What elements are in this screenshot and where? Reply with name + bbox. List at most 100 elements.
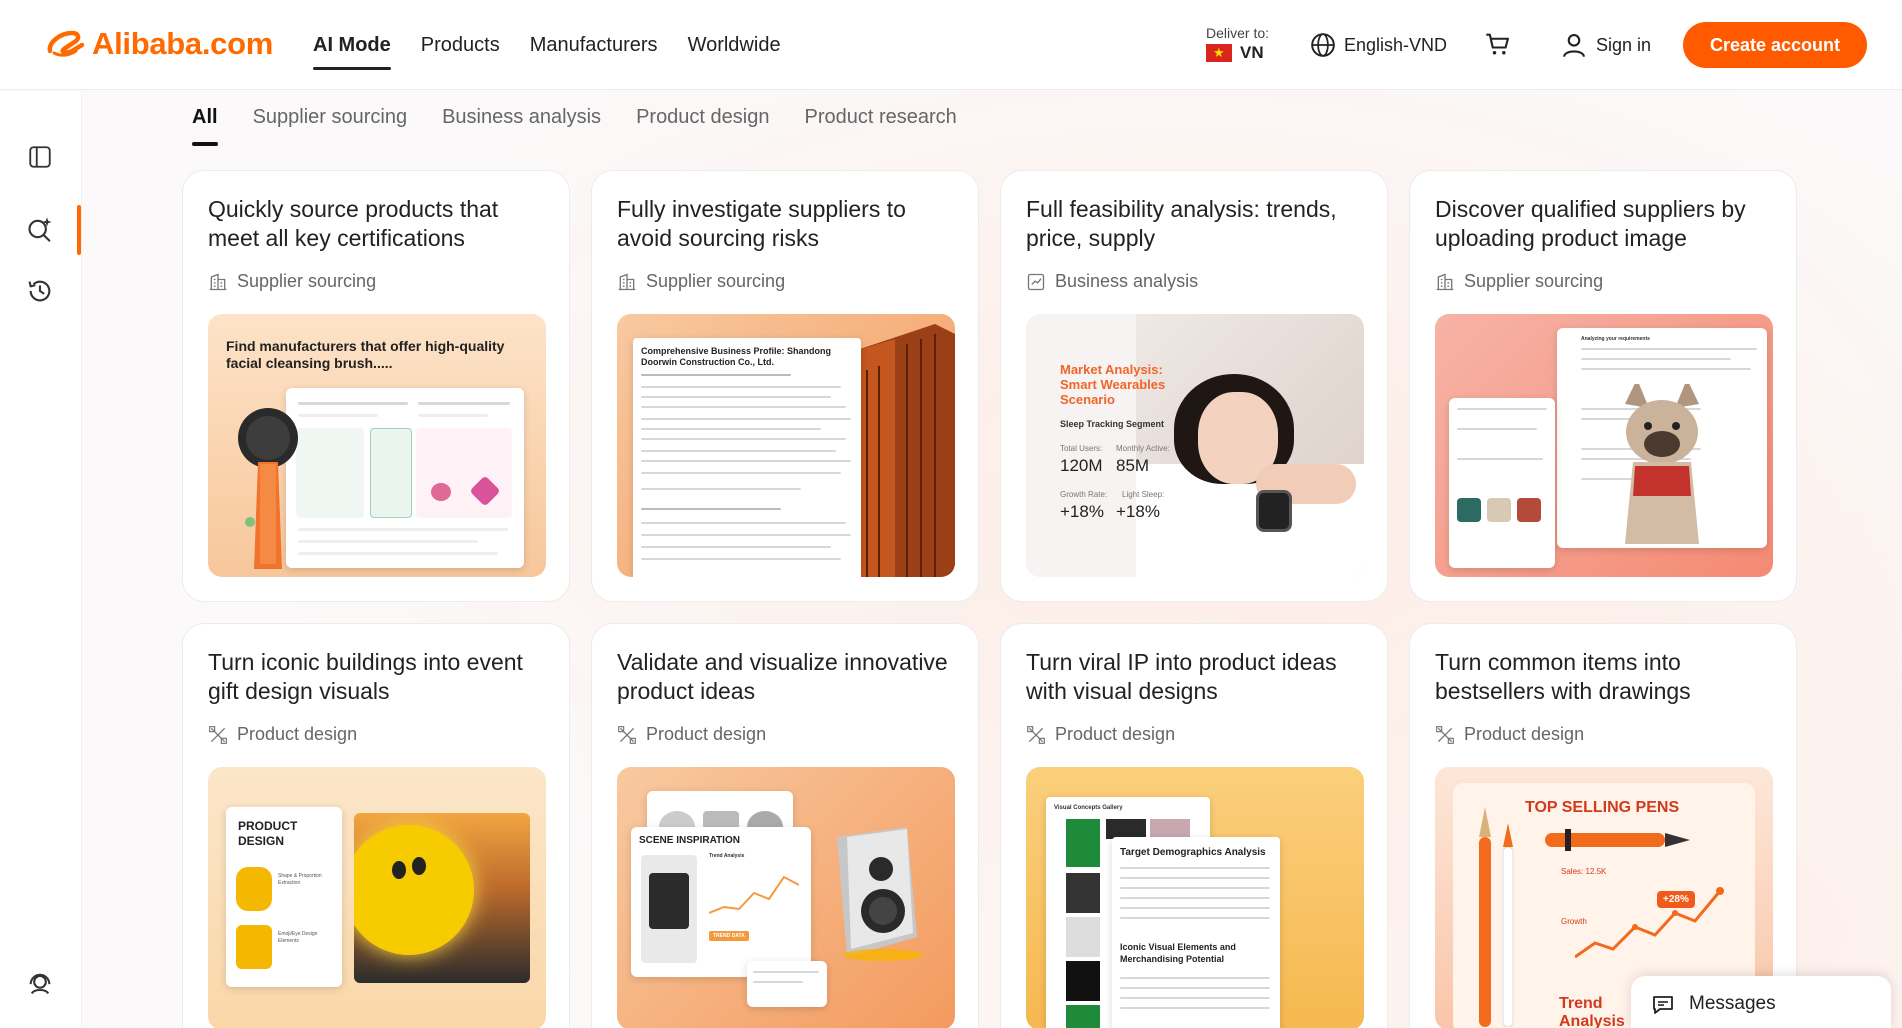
card-category: Business analysis bbox=[1026, 271, 1198, 292]
preview-sub4: Trend Analysis bbox=[1559, 995, 1625, 1028]
stat-value: 85M bbox=[1116, 456, 1150, 475]
history-button[interactable] bbox=[24, 275, 56, 307]
stat-label: Growth Rate: bbox=[1060, 490, 1108, 499]
design-tools-icon bbox=[618, 725, 636, 744]
cart-icon bbox=[1486, 33, 1509, 55]
stat-value: +18% bbox=[1060, 502, 1104, 521]
demographics-panel: Target Demographics Analysis Iconic Visu… bbox=[1112, 837, 1280, 1028]
analysis-chart-icon bbox=[1027, 273, 1045, 290]
product-design-panel: PRODUCT DESIGN Shape & Proportion Extrac… bbox=[226, 807, 342, 987]
stat-value: +18% bbox=[1116, 502, 1160, 521]
stat-label: Monthly Active: bbox=[1116, 444, 1170, 453]
preview-headline: Market Analysis: Smart Wearables Scenari… bbox=[1060, 362, 1166, 407]
business-profile-doc: Comprehensive Business Profile: Shandong… bbox=[633, 338, 861, 577]
prompt-card[interactable]: Turn iconic buildings into event gift de… bbox=[182, 623, 570, 1028]
alibaba-logo[interactable]: Alibaba.com bbox=[46, 26, 273, 62]
card-category-label: Product design bbox=[1464, 724, 1585, 744]
card-title: Turn iconic buildings into event gift de… bbox=[208, 649, 523, 704]
trend-line-chart bbox=[709, 875, 799, 914]
card-category-label: Supplier sourcing bbox=[1464, 271, 1604, 291]
nav-products[interactable]: Products bbox=[421, 0, 500, 90]
user-icon bbox=[1563, 34, 1585, 58]
sphere-building-photo bbox=[354, 813, 530, 983]
design-tools-icon bbox=[1027, 725, 1045, 744]
stat-label: Light Sleep: bbox=[1122, 490, 1165, 499]
language-selector[interactable]: English-VND bbox=[1310, 32, 1447, 58]
card-category: Product design bbox=[1026, 724, 1175, 745]
cart-button[interactable] bbox=[1484, 30, 1512, 63]
prompt-card[interactable]: Validate and visualize innovative produc… bbox=[591, 623, 979, 1028]
sign-in-label: Sign in bbox=[1596, 34, 1652, 55]
new-search-button[interactable] bbox=[24, 213, 56, 245]
chat-icon bbox=[1653, 996, 1673, 1014]
card-preview-image: SCENE INSPIRATION Trend Analysis TREND D… bbox=[617, 767, 955, 1028]
nav-ai-mode[interactable]: AI Mode bbox=[313, 0, 391, 90]
create-account-button[interactable]: Create account bbox=[1683, 22, 1867, 68]
panel-heading: Analyzing your requirements bbox=[1581, 336, 1650, 342]
preview-sub1: Sales: 12.5K bbox=[1561, 867, 1607, 876]
prompt-card[interactable]: Discover qualified suppliers by uploadin… bbox=[1409, 170, 1797, 602]
tab-product-design[interactable]: Product design bbox=[636, 91, 769, 149]
card-category-label: Product design bbox=[1055, 724, 1176, 744]
language-label: English-VND bbox=[1344, 34, 1448, 55]
left-sidebar bbox=[0, 91, 82, 1028]
preview-sub2: Visual Concepts Gallery bbox=[1054, 805, 1123, 811]
nav-worldwide[interactable]: Worldwide bbox=[688, 0, 781, 90]
support-button[interactable] bbox=[24, 967, 56, 999]
globe-icon bbox=[1311, 33, 1335, 57]
deliver-label: Deliver to: bbox=[1206, 25, 1270, 41]
preview-headline: PRODUCT DESIGN bbox=[238, 819, 298, 848]
card-preview-image: Market Analysis: Smart Wearables Scenari… bbox=[1026, 314, 1364, 577]
sparkle-search-icon bbox=[28, 217, 52, 242]
scene-inspiration-panel: SCENE INSPIRATION Trend Analysis TREND D… bbox=[631, 827, 811, 977]
deliver-country-code: VN bbox=[1240, 43, 1264, 62]
card-category-label: Product design bbox=[646, 724, 767, 744]
supplier-mini-card bbox=[747, 961, 827, 1007]
prompt-card[interactable]: Turn common items into bestsellers with … bbox=[1409, 623, 1797, 1028]
card-title: Validate and visualize innovative produc… bbox=[617, 649, 948, 704]
preview-headline: SCENE INSPIRATION bbox=[639, 835, 740, 846]
card-category-label: Product design bbox=[237, 724, 358, 744]
prompt-card[interactable]: Fully investigate suppliers to avoid sou… bbox=[591, 170, 979, 602]
results-panel bbox=[286, 388, 524, 568]
alibaba-logo-icon bbox=[47, 30, 85, 57]
design-tools-icon bbox=[209, 725, 227, 744]
tab-supplier-sourcing[interactable]: Supplier sourcing bbox=[253, 91, 408, 149]
deliver-country: VN bbox=[1206, 44, 1269, 62]
card-title: Fully investigate suppliers to avoid sou… bbox=[617, 196, 906, 251]
sign-in-link[interactable]: Sign in bbox=[1560, 31, 1651, 59]
card-category: Product design bbox=[1435, 724, 1584, 745]
building-icon bbox=[209, 273, 227, 290]
support-icon bbox=[29, 973, 51, 995]
card-title: Discover qualified suppliers by uploadin… bbox=[1435, 196, 1746, 251]
card-title: Turn viral IP into product ideas with vi… bbox=[1026, 649, 1337, 704]
messages-button[interactable]: Messages bbox=[1631, 976, 1891, 1028]
nav-manufacturers[interactable]: Manufacturers bbox=[530, 0, 658, 90]
french-bulldog-image bbox=[1625, 384, 1699, 544]
supplier-panel bbox=[1449, 398, 1555, 568]
prompt-card[interactable]: Quickly source products that meet all ke… bbox=[182, 170, 570, 602]
deliver-to[interactable]: Deliver to: VN bbox=[1206, 24, 1269, 62]
building-icon bbox=[618, 273, 636, 290]
card-preview-image: Visual Concepts Gallery Target Demograph… bbox=[1026, 767, 1364, 1028]
design-tools-icon bbox=[1436, 725, 1454, 744]
tab-product-research[interactable]: Product research bbox=[804, 91, 956, 149]
preview-sub1: Shape & Proportion Extraction bbox=[278, 873, 322, 886]
history-icon bbox=[28, 280, 51, 302]
toggle-sidebar-button[interactable] bbox=[24, 141, 56, 173]
card-category: Supplier sourcing bbox=[208, 271, 376, 292]
messages-label: Messages bbox=[1689, 993, 1776, 1014]
preview-sub1: Trend Analysis bbox=[709, 853, 745, 859]
tab-all[interactable]: All bbox=[192, 91, 218, 149]
card-preview-image: Find manufacturers that offer high-quali… bbox=[208, 314, 546, 577]
card-title: Full feasibility analysis: trends, price… bbox=[1026, 196, 1337, 251]
top-header: Alibaba.com AI Mode Products Manufacture… bbox=[0, 0, 1902, 90]
stat-label: Total Users: bbox=[1060, 444, 1103, 453]
prompt-card[interactable]: Full feasibility analysis: trends, price… bbox=[1000, 170, 1388, 602]
cleansing-brush-image bbox=[238, 408, 298, 569]
card-preview-image: PRODUCT DESIGN Shape & Proportion Extrac… bbox=[208, 767, 546, 1028]
prompt-card[interactable]: Turn viral IP into product ideas with vi… bbox=[1000, 623, 1388, 1028]
tab-business-analysis[interactable]: Business analysis bbox=[442, 91, 601, 149]
preview-sub2: +28% bbox=[1657, 891, 1695, 908]
preview-headline: TOP SELLING PENS bbox=[1525, 799, 1680, 816]
